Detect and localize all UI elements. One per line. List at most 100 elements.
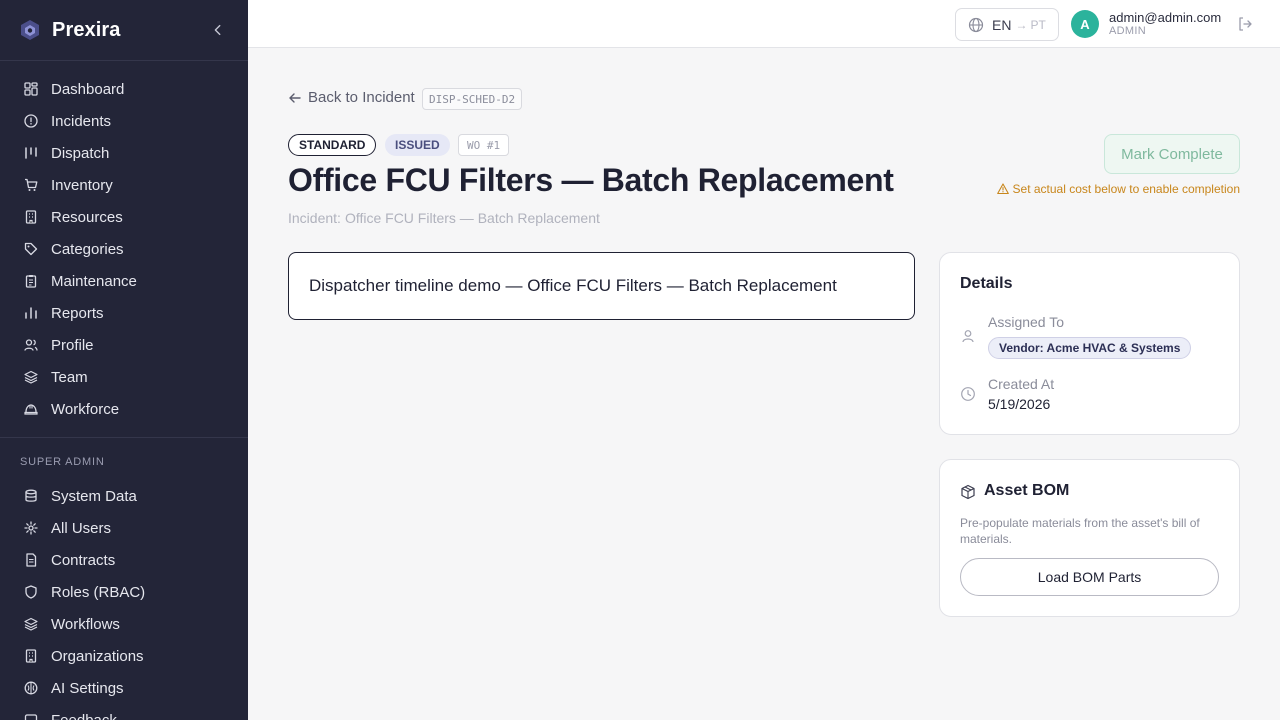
sidebar-item-team[interactable]: Team: [0, 361, 248, 393]
load-bom-parts-button[interactable]: Load BOM Parts: [960, 558, 1219, 596]
incident-subtitle-label: Incident:: [288, 210, 341, 226]
logo-icon: [20, 19, 40, 41]
sidebar-item-label: System Data: [51, 487, 137, 505]
chevron-left-icon[interactable]: [210, 21, 226, 39]
work-order-badge: WO #1: [458, 134, 510, 156]
status-badge: ISSUED: [385, 134, 450, 156]
language-switcher[interactable]: EN → PT: [955, 8, 1059, 41]
topbar: EN → PT A admin@admin.com ADMIN: [248, 0, 1280, 48]
logout-icon[interactable]: [1237, 16, 1253, 32]
sidebar-item-feedback[interactable]: Feedback: [0, 704, 248, 720]
sidebar: Prexira Dashboard Incidents Dispatch Inv…: [0, 0, 248, 720]
building-icon: [24, 649, 38, 663]
clipboard-icon: [24, 274, 38, 288]
details-card: Details Assigned To Vendor: Acme HVAC & …: [939, 252, 1240, 435]
sidebar-divider: [0, 437, 248, 438]
details-heading: Details: [960, 275, 1013, 292]
gear-icon: [24, 521, 38, 535]
user-icon: [960, 328, 976, 344]
sidebar-item-label: Incidents: [51, 112, 112, 130]
type-badge: STANDARD: [288, 134, 377, 156]
sidebar-item-contracts[interactable]: Contracts: [0, 544, 248, 576]
assigned-vendor-chip: Vendor: Acme HVAC & Systems: [988, 337, 1192, 359]
sidebar-item-dashboard[interactable]: Dashboard: [0, 73, 248, 105]
avatar[interactable]: A: [1071, 10, 1099, 38]
main-nav: Dashboard Incidents Dispatch Inventory R…: [0, 61, 248, 425]
sidebar-item-label: Inventory: [51, 176, 113, 194]
admin-nav: System Data All Users Contracts Roles (R…: [0, 480, 248, 720]
building-icon: [24, 210, 38, 224]
shield-icon: [24, 585, 38, 599]
asset-bom-heading: Asset BOM: [984, 482, 1070, 499]
alert-circle-icon: [24, 114, 38, 128]
sidebar-item-label: All Users: [51, 519, 112, 537]
sidebar-item-ai-settings[interactable]: AI Settings: [0, 672, 248, 704]
user-email: admin@admin.com: [1109, 10, 1222, 25]
grid-icon: [24, 82, 38, 96]
brand: Prexira: [0, 0, 248, 61]
completion-warning-text: Set actual cost below to enable completi…: [1012, 182, 1240, 196]
language-arrow: →: [1015, 17, 1028, 32]
warning-icon: [996, 183, 1009, 195]
asset-bom-card: Asset BOM Pre-populate materials from th…: [939, 459, 1240, 617]
sidebar-item-organizations[interactable]: Organizations: [0, 640, 248, 672]
layers-icon: [24, 617, 38, 631]
sidebar-item-label: Dashboard: [51, 80, 125, 98]
asset-bom-description: Pre-populate materials from the asset's …: [960, 516, 1200, 546]
sidebar-item-dispatch[interactable]: Dispatch: [0, 137, 248, 169]
back-to-incident-link[interactable]: Back to Incident: [288, 89, 415, 106]
mark-complete-button[interactable]: Mark Complete: [1104, 134, 1240, 174]
sidebar-item-label: Organizations: [51, 647, 144, 665]
sidebar-item-label: Workforce: [51, 400, 120, 418]
database-icon: [24, 489, 38, 503]
arrow-left-icon: [288, 91, 302, 105]
sidebar-item-categories[interactable]: Categories: [0, 233, 248, 265]
incident-subtitle-value[interactable]: Office FCU Filters — Batch Replacement: [345, 210, 600, 226]
back-label: Back to Incident: [308, 89, 415, 106]
description-text: Dispatcher timeline demo — Office FCU Fi…: [309, 276, 837, 295]
sidebar-item-system-data[interactable]: System Data: [0, 480, 248, 512]
sidebar-item-inventory[interactable]: Inventory: [0, 169, 248, 201]
completion-warning: Set actual cost below to enable completi…: [996, 182, 1240, 196]
sidebar-item-label: Feedback: [51, 711, 117, 720]
sidebar-item-label: Dispatch: [51, 144, 110, 162]
language-current: EN: [992, 16, 1012, 33]
app-name: Prexira: [52, 18, 121, 41]
sidebar-item-label: Team: [51, 368, 88, 386]
description-card: Dispatcher timeline demo — Office FCU Fi…: [288, 252, 915, 320]
sidebar-item-incidents[interactable]: Incidents: [0, 105, 248, 137]
sidebar-item-reports[interactable]: Reports: [0, 297, 248, 329]
sidebar-item-label: Categories: [51, 240, 124, 258]
users-icon: [24, 338, 38, 352]
globe-icon: [968, 17, 984, 33]
package-icon: [960, 484, 976, 500]
clock-icon: [960, 386, 976, 402]
sidebar-item-label: Contracts: [51, 551, 116, 569]
assigned-to-label: Assigned To: [988, 314, 1065, 330]
sidebar-item-resources[interactable]: Resources: [0, 201, 248, 233]
sidebar-item-label: Roles (RBAC): [51, 583, 146, 601]
super-admin-label: SUPER ADMIN: [20, 456, 105, 468]
bar-chart-icon: [24, 306, 38, 320]
sidebar-item-all-users[interactable]: All Users: [0, 512, 248, 544]
sidebar-item-label: AI Settings: [51, 679, 124, 697]
page-title: Office FCU Filters — Batch Replacement: [288, 162, 894, 198]
incident-code: DISP-SCHED-D2: [422, 88, 523, 110]
sidebar-item-label: Workflows: [51, 615, 120, 633]
sidebar-item-label: Profile: [51, 336, 94, 354]
main-content: Back to Incident DISP-SCHED-D2 STANDARD …: [248, 48, 1280, 720]
created-at-value: 5/19/2026: [988, 396, 1051, 412]
created-at-label: Created At: [988, 376, 1055, 392]
sidebar-item-workflows[interactable]: Workflows: [0, 608, 248, 640]
sidebar-item-maintenance[interactable]: Maintenance: [0, 265, 248, 297]
sidebar-item-workforce[interactable]: Workforce: [0, 393, 248, 425]
sidebar-item-label: Resources: [51, 208, 123, 226]
sidebar-item-label: Maintenance: [51, 272, 137, 290]
tag-icon: [24, 242, 38, 256]
language-target: PT: [1030, 17, 1046, 32]
hard-hat-icon: [24, 402, 38, 416]
sidebar-item-profile[interactable]: Profile: [0, 329, 248, 361]
message-icon: [24, 713, 38, 720]
file-icon: [24, 553, 38, 567]
sidebar-item-roles[interactable]: Roles (RBAC): [0, 576, 248, 608]
